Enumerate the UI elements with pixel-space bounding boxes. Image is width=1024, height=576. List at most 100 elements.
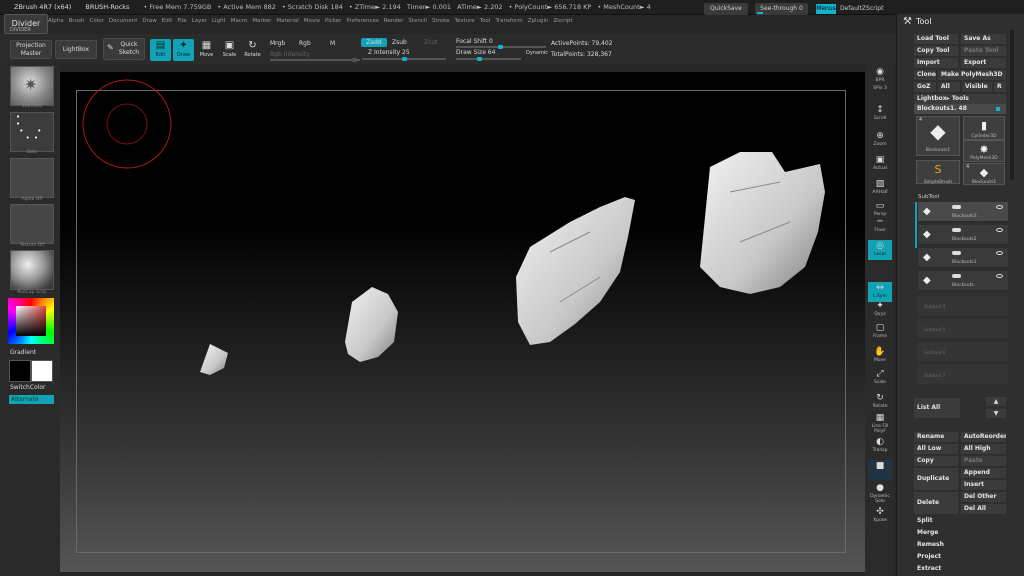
del-all-button[interactable]: Del All — [961, 504, 1006, 514]
focal-shift-slider[interactable]: Focal Shift 0 — [456, 38, 493, 45]
menu-item-texture[interactable]: Texture — [455, 18, 475, 24]
dock-move-button[interactable]: ✋ Move — [868, 346, 892, 366]
dock-local-button[interactable]: ◎ Local — [868, 240, 892, 260]
duplicate-button[interactable]: Duplicate — [914, 468, 958, 490]
menu-item-document[interactable]: Document — [109, 18, 138, 24]
all-high-button[interactable]: All High — [961, 444, 1006, 454]
menu-item-color[interactable]: Color — [90, 18, 104, 24]
all-low-button[interactable]: All Low — [914, 444, 958, 454]
draw-button[interactable]: ✦ Draw — [173, 39, 194, 61]
dock-xpose-button[interactable]: ✣ Xpose — [868, 506, 892, 526]
dock-lsym-button[interactable]: ↔ L.Sym — [868, 282, 892, 302]
gradient-label[interactable]: Gradient — [10, 349, 36, 356]
eye-icon[interactable] — [996, 205, 1003, 209]
goz-visible-button[interactable]: Visible — [962, 82, 992, 92]
dock-dynamic-button[interactable]: ● Dynamic Solo — [868, 482, 892, 504]
alternate-button[interactable]: Alternate — [9, 395, 54, 404]
lightbox-tools-button[interactable]: Lightbox▸ Tools — [914, 94, 1006, 104]
zadd-button[interactable]: Zadd — [361, 38, 387, 47]
rename-button[interactable]: Rename — [914, 432, 958, 442]
subtool-row[interactable]: ◆ Blockouts2 — [918, 225, 1008, 245]
menu-item-movie[interactable]: Movie — [304, 18, 320, 24]
goz-button[interactable]: GoZ — [914, 82, 936, 92]
dynamic-button[interactable]: Dynamic — [526, 50, 548, 56]
edit-button[interactable]: ▤ Edit — [150, 39, 171, 61]
menu-item-transform[interactable]: Transform — [495, 18, 522, 24]
subtool-row[interactable]: ◆ Blockouts — [918, 271, 1008, 291]
quick-sketch-button[interactable]: ✎ Quick Sketch — [103, 38, 145, 60]
stroke-thumbnail[interactable]: • • • • • • — [10, 112, 54, 152]
menu-item-draw[interactable]: Draw — [142, 18, 156, 24]
canvas-viewport[interactable] — [60, 72, 865, 572]
menu-item-marker[interactable]: Marker — [252, 18, 271, 24]
menu-item-preferences[interactable]: Preferences — [346, 18, 378, 24]
paste-subtool-button[interactable]: Paste — [961, 456, 1006, 466]
merge-button[interactable]: Merge — [914, 528, 1006, 538]
subtool-visibility-toggle[interactable] — [952, 251, 961, 255]
make-polymesh-button[interactable]: Make PolyMesh3D — [938, 70, 1006, 80]
switch-color-button[interactable]: SwitchColor — [10, 384, 46, 391]
remesh-button[interactable]: Remesh — [914, 540, 1006, 550]
move-button[interactable]: ▦ Move — [196, 39, 217, 61]
del-other-button[interactable]: Del Other — [961, 492, 1006, 502]
lightbox-button[interactable]: LightBox — [55, 40, 97, 59]
auto-reorder-button[interactable]: AutoReorder — [961, 432, 1006, 442]
insert-button[interactable]: Insert — [961, 480, 1006, 490]
alpha-thumbnail[interactable] — [10, 158, 54, 198]
menu-item-zscript[interactable]: Zscript — [553, 18, 572, 24]
goz-r-button[interactable]: R — [994, 82, 1006, 92]
clone-button[interactable]: Clone — [914, 70, 936, 80]
menu-item-alpha[interactable]: Alpha — [48, 18, 64, 24]
export-button[interactable]: Export — [961, 58, 1006, 68]
menu-item-light[interactable]: Light — [212, 18, 226, 24]
subtool-scrollbar[interactable] — [915, 202, 917, 248]
projection-master-button[interactable]: Projection Master — [10, 40, 52, 59]
dock-ghost-button[interactable]: ■ — [868, 460, 892, 480]
z-intensity-slider[interactable]: Z Intensity 25 — [368, 49, 410, 56]
rotate-button[interactable]: ↻ Rotate — [242, 39, 263, 61]
color-picker-square[interactable] — [16, 306, 46, 336]
subtool-header[interactable]: SubTool — [918, 194, 939, 200]
dock-frame-button[interactable]: ▢ Frame — [868, 322, 892, 342]
subtool-row[interactable]: ◆ Blockouts1 — [918, 248, 1008, 268]
copy-subtool-button[interactable]: Copy — [914, 456, 958, 466]
eye-icon[interactable] — [996, 228, 1003, 232]
extract-button[interactable]: Extract — [914, 564, 1006, 574]
dock-floor-button[interactable]: ─ Floor — [868, 216, 892, 236]
menu-item-macro[interactable]: Macro — [231, 18, 248, 24]
subtool-row[interactable]: ◆ Blockouts3 — [918, 202, 1008, 222]
menu-item-brush[interactable]: Brush — [69, 18, 85, 24]
dock-zoom-button[interactable]: ⊕ Zoom — [868, 130, 892, 150]
dock-bpr-button[interactable]: ◉ BPR — [868, 66, 892, 86]
delete-button[interactable]: Delete — [914, 492, 958, 514]
rgb-button[interactable]: Rgb — [299, 40, 311, 47]
dock-scale-button[interactable]: ⤢ Scale — [868, 368, 892, 388]
dock-rotate-button[interactable]: ↻ Rotate — [868, 392, 892, 412]
list-all-button[interactable]: List All — [914, 398, 960, 418]
menu-item-stencil[interactable]: Stencil — [408, 18, 427, 24]
menus-button[interactable]: Menus — [816, 4, 836, 14]
rgb-intensity-slider[interactable]: Rgb Intensity — [270, 51, 310, 58]
subtool-visibility-toggle[interactable] — [952, 274, 961, 278]
menu-item-edit[interactable]: Edit — [162, 18, 173, 24]
mrgb-button[interactable]: Mrgb — [270, 40, 285, 47]
dock-aahalf-button[interactable]: ▧ AAHalf — [868, 178, 892, 198]
split-button[interactable]: Split — [914, 516, 1006, 526]
project-button[interactable]: Project — [914, 552, 1006, 562]
secondary-color-swatch[interactable] — [31, 360, 53, 382]
menu-item-zplugin[interactable]: Zplugin — [528, 18, 549, 24]
material-thumbnail[interactable] — [10, 250, 54, 290]
default-zscript-button[interactable]: DefaultZScript — [840, 3, 883, 15]
menu-item-stroke[interactable]: Stroke — [432, 18, 450, 24]
save-as-button[interactable]: Save As — [961, 34, 1006, 44]
tool-palette-scrollbar[interactable] — [1010, 30, 1014, 180]
dock-actual-button[interactable]: ▣ Actual — [868, 154, 892, 174]
primary-color-swatch[interactable] — [9, 360, 31, 382]
draw-size-slider[interactable]: Draw Size 64 — [456, 49, 495, 56]
dock-linefill-button[interactable]: ▦ Line Fill PolyF — [868, 412, 892, 434]
menu-item-material[interactable]: Material — [276, 18, 298, 24]
eye-icon[interactable] — [996, 251, 1003, 255]
goz-all-button[interactable]: All — [938, 82, 960, 92]
subtool-visibility-toggle[interactable] — [952, 228, 961, 232]
move-down-arrow-icon[interactable]: ▼ — [986, 409, 1006, 418]
